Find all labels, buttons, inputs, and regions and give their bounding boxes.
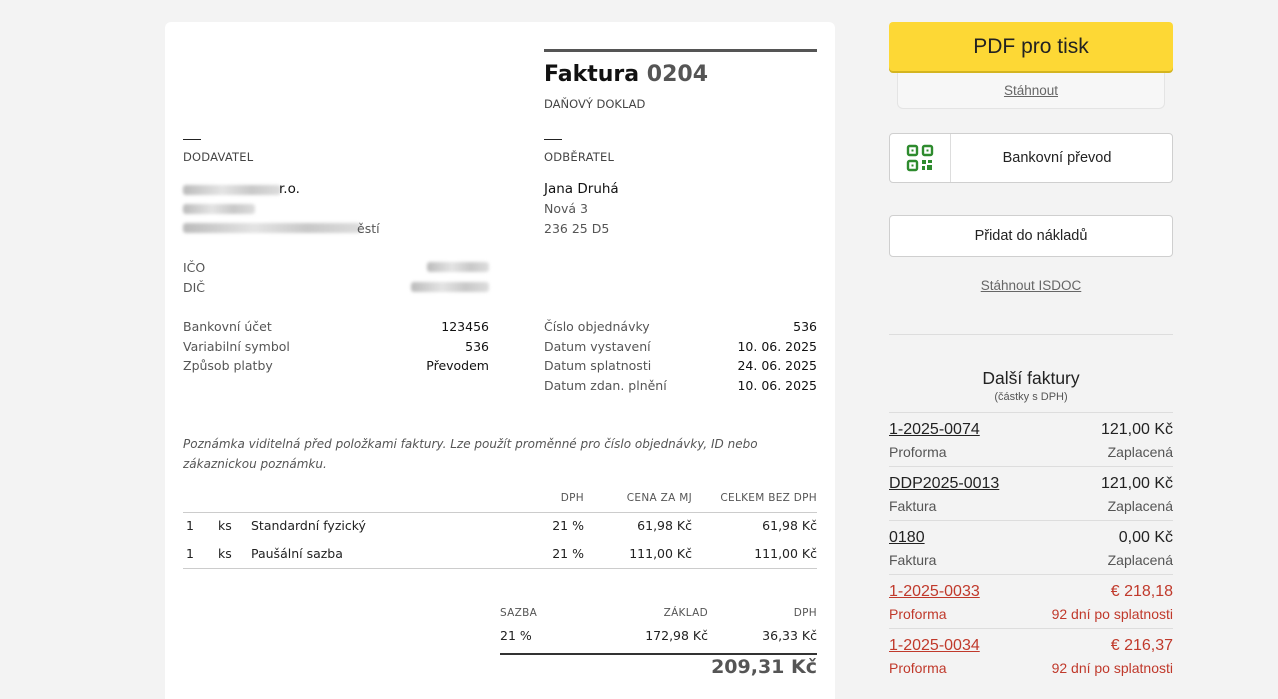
list-item: 1-2025-0074 121,00 Kč Proforma Zaplacená (889, 412, 1173, 466)
customer-dash (544, 139, 562, 140)
redacted-ico (427, 262, 489, 272)
item-unit: ks (218, 518, 232, 533)
other-invoices-list: 1-2025-0074 121,00 Kč Proforma Zaplacená… (889, 412, 1173, 682)
item-vat: 21 % (552, 518, 584, 533)
taxable-value: 10. 06. 2025 (737, 378, 817, 393)
summary-vat: 36,33 Kč (762, 628, 817, 643)
invoice-type: Faktura (889, 498, 937, 514)
invoice-link[interactable]: 1-2025-0074 (889, 421, 980, 439)
invoice-amount: 121,00 Kč (1100, 421, 1173, 438)
invoice-amount: € 216,37 (1110, 637, 1173, 654)
invoice-link[interactable]: DDP2025-0013 (889, 475, 999, 493)
due-label: Datum splatnosti (544, 358, 652, 373)
payment-method-value: Převodem (426, 358, 489, 373)
list-item: 0180 0,00 Kč Faktura Zaplacená (889, 520, 1173, 574)
invoice-type: Proforma (889, 444, 947, 460)
invoice-status: Zaplacená (1107, 498, 1173, 514)
isdoc-link-wrap: Stáhnout ISDOC (889, 275, 1173, 294)
invoice-subtitle: DAŇOVÝ DOKLAD (544, 97, 646, 111)
order-no-label: Číslo objednávky (544, 319, 650, 334)
items-header-unit-price: CENA ZA MJ (626, 492, 692, 504)
item-qty: 1 (186, 546, 194, 561)
item-unit: ks (218, 546, 232, 561)
supplier-dash (183, 139, 201, 140)
bank-transfer-label: Bankovní převod (1002, 150, 1112, 166)
invoice-note: Poznámka viditelná před položkami faktur… (183, 437, 758, 471)
summary-header-vat: DPH (793, 607, 817, 619)
invoice-status: Zaplacená (1107, 552, 1173, 568)
summary-header-base: ZÁKLAD (663, 607, 708, 619)
grand-total: 209,31 Kč (711, 656, 817, 678)
sidebar-divider (889, 334, 1173, 335)
ico-label: IČO (183, 260, 206, 275)
variable-symbol-value: 536 (465, 339, 489, 354)
customer-name: Jana Druhá (544, 181, 619, 197)
customer-street: Nová 3 (544, 201, 588, 216)
invoice-title: Faktura 0204 (544, 62, 708, 87)
item-unit-price: 111,00 Kč (629, 546, 692, 561)
invoice-link[interactable]: 0180 (889, 529, 925, 547)
item-total: 61,98 Kč (762, 518, 817, 533)
other-invoices-subtitle: (částky s DPH) (994, 391, 1068, 403)
redacted-dic (411, 282, 489, 292)
items-header-rule (183, 512, 817, 513)
supplier-label: DODAVATEL (183, 150, 254, 164)
invoice-link[interactable]: 1-2025-0034 (889, 637, 980, 655)
redacted-supplier-city (183, 223, 361, 233)
invoice-type: Faktura (889, 552, 937, 568)
items-bottom-rule (183, 568, 817, 569)
invoice-amount: € 218,18 (1110, 583, 1173, 600)
payment-method-label: Způsob platby (183, 358, 273, 373)
item-total: 111,00 Kč (754, 546, 817, 561)
summary-header-rate: SAZBA (500, 607, 538, 619)
invoice-status: 92 dní po splatnosti (1051, 606, 1173, 622)
invoice-amount: 121,00 Kč (1100, 475, 1173, 492)
download-link[interactable]: Stáhnout (1004, 83, 1058, 98)
summary-rule (500, 653, 817, 655)
list-item: 1-2025-0034 € 216,37 Proforma 92 dní po … (889, 628, 1173, 682)
qr-code-icon (890, 134, 951, 182)
summary-base: 172,98 Kč (645, 628, 708, 643)
other-invoices-title: Další faktury (982, 368, 1080, 388)
item-vat: 21 % (552, 546, 584, 561)
item-name: Standardní fyzický (251, 518, 366, 533)
add-to-costs-button[interactable]: Přidat do nákladů (889, 215, 1173, 257)
invoice-link[interactable]: 1-2025-0033 (889, 583, 980, 601)
redacted-supplier-name (183, 185, 281, 195)
invoice-status: 92 dní po splatnosti (1051, 660, 1173, 676)
supplier-name-suffix: r.o. (279, 181, 300, 197)
item-unit-price: 61,98 Kč (637, 518, 692, 533)
items-header-total: CELKEM BEZ DPH (720, 492, 817, 504)
invoice-type: Proforma (889, 660, 947, 676)
due-value: 24. 06. 2025 (737, 358, 817, 373)
issued-value: 10. 06. 2025 (737, 339, 817, 354)
list-item: DDP2025-0013 121,00 Kč Faktura Zaplacená (889, 466, 1173, 520)
invoice-status: Zaplacená (1107, 444, 1173, 460)
summary-rate: 21 % (500, 628, 532, 643)
download-isdoc-link[interactable]: Stáhnout ISDOC (981, 278, 1082, 293)
dic-label: DIČ (183, 280, 206, 295)
bank-transfer-button[interactable]: Bankovní převod (889, 133, 1173, 183)
list-item: 1-2025-0033 € 218,18 Proforma 92 dní po … (889, 574, 1173, 628)
supplier-city-suffix: ěstí (357, 221, 380, 236)
title-rule (544, 49, 817, 52)
invoice-amount: 0,00 Kč (1118, 529, 1173, 546)
items-header-vat: DPH (560, 492, 584, 504)
invoice-document: Faktura 0204 DAŇOVÝ DOKLAD DODAVATEL r.o… (165, 22, 835, 699)
variable-symbol-label: Variabilní symbol (183, 339, 290, 354)
pdf-print-button[interactable]: PDF pro tisk (889, 22, 1173, 71)
customer-label: ODBĚRATEL (544, 150, 615, 164)
item-name: Paušální sazba (251, 546, 343, 561)
item-qty: 1 (186, 518, 194, 533)
redacted-supplier-street (183, 204, 255, 214)
download-panel: Stáhnout (897, 71, 1165, 109)
invoice-number: 0204 (646, 62, 708, 87)
taxable-label: Datum zdan. plnění (544, 378, 667, 393)
customer-city: 236 25 D5 (544, 221, 610, 236)
bank-account-label: Bankovní účet (183, 319, 272, 334)
invoice-type: Proforma (889, 606, 947, 622)
issued-label: Datum vystavení (544, 339, 651, 354)
order-no-value: 536 (793, 319, 817, 334)
bank-account-value: 123456 (441, 319, 489, 334)
